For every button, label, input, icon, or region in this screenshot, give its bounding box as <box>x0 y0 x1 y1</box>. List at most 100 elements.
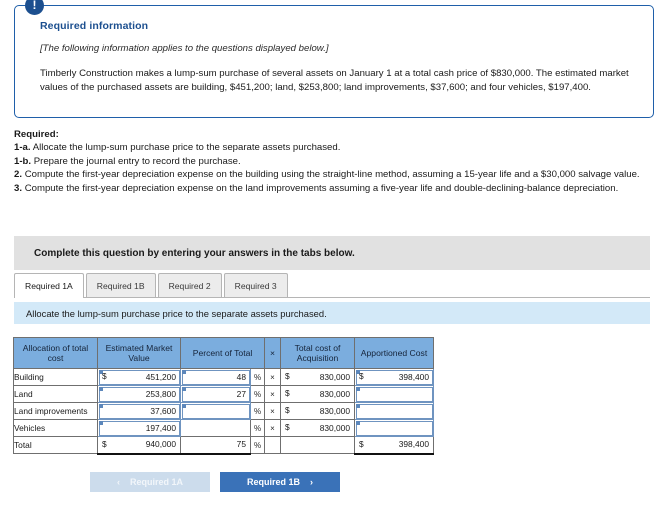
cell-building-apportioned-cost[interactable]: $ 398,400 <box>354 368 434 386</box>
tab-required-1a[interactable]: Required 1A <box>14 273 84 298</box>
required-heading: Required: <box>14 128 650 141</box>
header-allocation-of-total-cost: Allocation of total cost <box>13 337 98 369</box>
table-total-row: Total $ 940,000 75 % $ 398,400 <box>13 436 434 455</box>
tab-required-1b-label: Required 1B <box>96 280 145 291</box>
cell-building-estimated-market-value[interactable]: $ 451,200 <box>97 368 181 386</box>
required-item-2: 2. Compute the first-year depreciation e… <box>14 168 650 181</box>
tab-required-2-label: Required 2 <box>168 280 211 291</box>
row-label-total: Total <box>13 436 98 454</box>
currency-symbol: $ <box>285 422 290 432</box>
table-row: Land improvements 37,600 % × $ 830,000 <box>13 402 434 420</box>
callout-content: Required information [The following info… <box>15 6 653 104</box>
required-item-1b-text: Prepare the journal entry to record the … <box>33 155 241 167</box>
cell-building-total-cost-of-acquisition: $ 830,000 <box>280 368 355 386</box>
cell-land-improvements-apportioned-cost[interactable] <box>354 402 434 420</box>
previous-required-1a-button[interactable]: ‹ Required 1A <box>90 472 210 492</box>
next-button-label: Required 1B <box>246 477 300 487</box>
value: 48 <box>236 371 246 382</box>
cell-land-estimated-market-value[interactable]: 253,800 <box>97 385 181 403</box>
required-item-1a-text: Allocate the lump-sum purchase price to … <box>32 142 341 154</box>
required-item-2-label: 2. <box>14 169 23 181</box>
callout-note: [The following information applies to th… <box>40 43 329 54</box>
multiply-icon-total <box>264 436 281 454</box>
required-item-1b-label: 1-b. <box>14 155 32 167</box>
header-multiply-icon: × <box>264 337 281 369</box>
multiply-icon-land: × <box>264 385 281 403</box>
cell-land-improvements-percent-of-total[interactable] <box>180 402 251 420</box>
previous-button-label: Required 1A <box>129 477 183 487</box>
value: 37,600 <box>150 405 176 416</box>
chevron-left-icon: ‹ <box>116 477 120 487</box>
value: 398,400 <box>398 371 429 382</box>
value: 27 <box>236 388 246 399</box>
required-list: Required: 1-a. Allocate the lump-sum pur… <box>14 128 650 195</box>
row-label-building: Building <box>13 368 98 386</box>
currency-symbol: $ <box>102 439 107 449</box>
instruction-bar: Allocate the lump-sum purchase price to … <box>14 302 650 324</box>
tab-required-1a-label: Required 1A <box>25 280 73 291</box>
currency-symbol: $ <box>102 371 107 381</box>
cell-land-apportioned-cost[interactable] <box>354 385 434 403</box>
currency-symbol: $ <box>285 371 290 381</box>
row-label-vehicles: Vehicles <box>13 419 98 437</box>
multiply-icon-building: × <box>264 368 281 386</box>
value: 253,800 <box>145 388 176 399</box>
cell-land-improvements-estimated-market-value[interactable]: 37,600 <box>97 402 181 420</box>
required-item-3-text: Compute the first-year depreciation expe… <box>24 182 619 194</box>
tab-required-2[interactable]: Required 2 <box>157 273 222 297</box>
allocation-table-body: Building $ 451,200 48 % × $ 830,000 $ 39… <box>13 368 434 455</box>
allocation-table-head: Allocation of total cost Estimated Marke… <box>13 337 434 369</box>
currency-symbol: $ <box>285 405 290 415</box>
cell-vehicles-total-cost-of-acquisition: $ 830,000 <box>280 419 355 437</box>
table-row: Land 253,800 27 % × $ 830,000 <box>13 385 434 403</box>
cell-land-improvements-total-cost-of-acquisition: $ 830,000 <box>280 402 355 420</box>
value: 830,000 <box>319 405 350 416</box>
value: 197,400 <box>145 422 176 433</box>
question-page: ! Required information [The following in… <box>0 0 668 518</box>
percent-symbol-total: % <box>250 436 265 454</box>
cell-vehicles-estimated-market-value[interactable]: 197,400 <box>97 419 181 437</box>
header-apportioned-cost: Apportioned Cost <box>354 337 434 369</box>
tab-required-3[interactable]: Required 3 <box>223 273 288 297</box>
required-information-callout: ! Required information [The following in… <box>14 0 654 118</box>
cell-vehicles-apportioned-cost[interactable] <box>354 419 434 437</box>
percent-symbol-land-improvements: % <box>250 402 265 420</box>
callout-title: Required information <box>40 20 149 32</box>
row-label-land-improvements: Land improvements <box>13 402 98 420</box>
row-label-land: Land <box>13 385 98 403</box>
complete-question-text: Complete this question by entering your … <box>34 247 355 259</box>
value: 451,200 <box>145 371 176 382</box>
header-estimated-market-value: Estimated Market Value <box>97 337 181 369</box>
callout-body: Timberly Construction makes a lump-sum p… <box>40 68 629 93</box>
cell-land-percent-of-total[interactable]: 27 <box>180 385 251 403</box>
chevron-right-icon: › <box>310 477 313 487</box>
multiply-icon-vehicles: × <box>264 419 281 437</box>
table-header-row: Allocation of total cost Estimated Marke… <box>13 337 434 369</box>
value: 830,000 <box>319 371 350 382</box>
percent-symbol-building: % <box>250 368 265 386</box>
cell-total-total-cost-of-acquisition <box>280 436 355 454</box>
required-item-1a: 1-a. Allocate the lump-sum purchase pric… <box>14 141 650 154</box>
allocation-table: Allocation of total cost Estimated Marke… <box>13 337 434 455</box>
required-heading-label: Required: <box>14 129 59 140</box>
tab-required-1b[interactable]: Required 1B <box>85 273 156 297</box>
next-required-1b-button[interactable]: Required 1B › <box>220 472 340 492</box>
tab-required-3-label: Required 3 <box>234 280 277 291</box>
percent-symbol-vehicles: % <box>250 419 265 437</box>
value: 830,000 <box>319 422 350 433</box>
value: 940,000 <box>145 439 176 450</box>
table-row: Vehicles 197,400 % × $ 830,000 <box>13 419 434 437</box>
cell-building-percent-of-total[interactable]: 48 <box>180 368 251 386</box>
cell-total-percent-of-total: 75 <box>180 436 251 455</box>
cell-total-apportioned-cost: $ 398,400 <box>354 436 434 455</box>
header-percent-of-total: Percent of Total <box>180 337 265 369</box>
required-item-1b: 1-b. Prepare the journal entry to record… <box>14 155 650 168</box>
tab-navigation: ‹ Required 1A Required 1B › <box>0 472 430 492</box>
value: 398,400 <box>398 439 429 450</box>
table-row: Building $ 451,200 48 % × $ 830,000 $ 39… <box>13 368 434 386</box>
multiply-icon-land-improvements: × <box>264 402 281 420</box>
value: 830,000 <box>319 388 350 399</box>
value: 75 <box>236 439 246 450</box>
cell-vehicles-percent-of-total[interactable] <box>180 419 251 437</box>
currency-symbol: $ <box>285 388 290 398</box>
